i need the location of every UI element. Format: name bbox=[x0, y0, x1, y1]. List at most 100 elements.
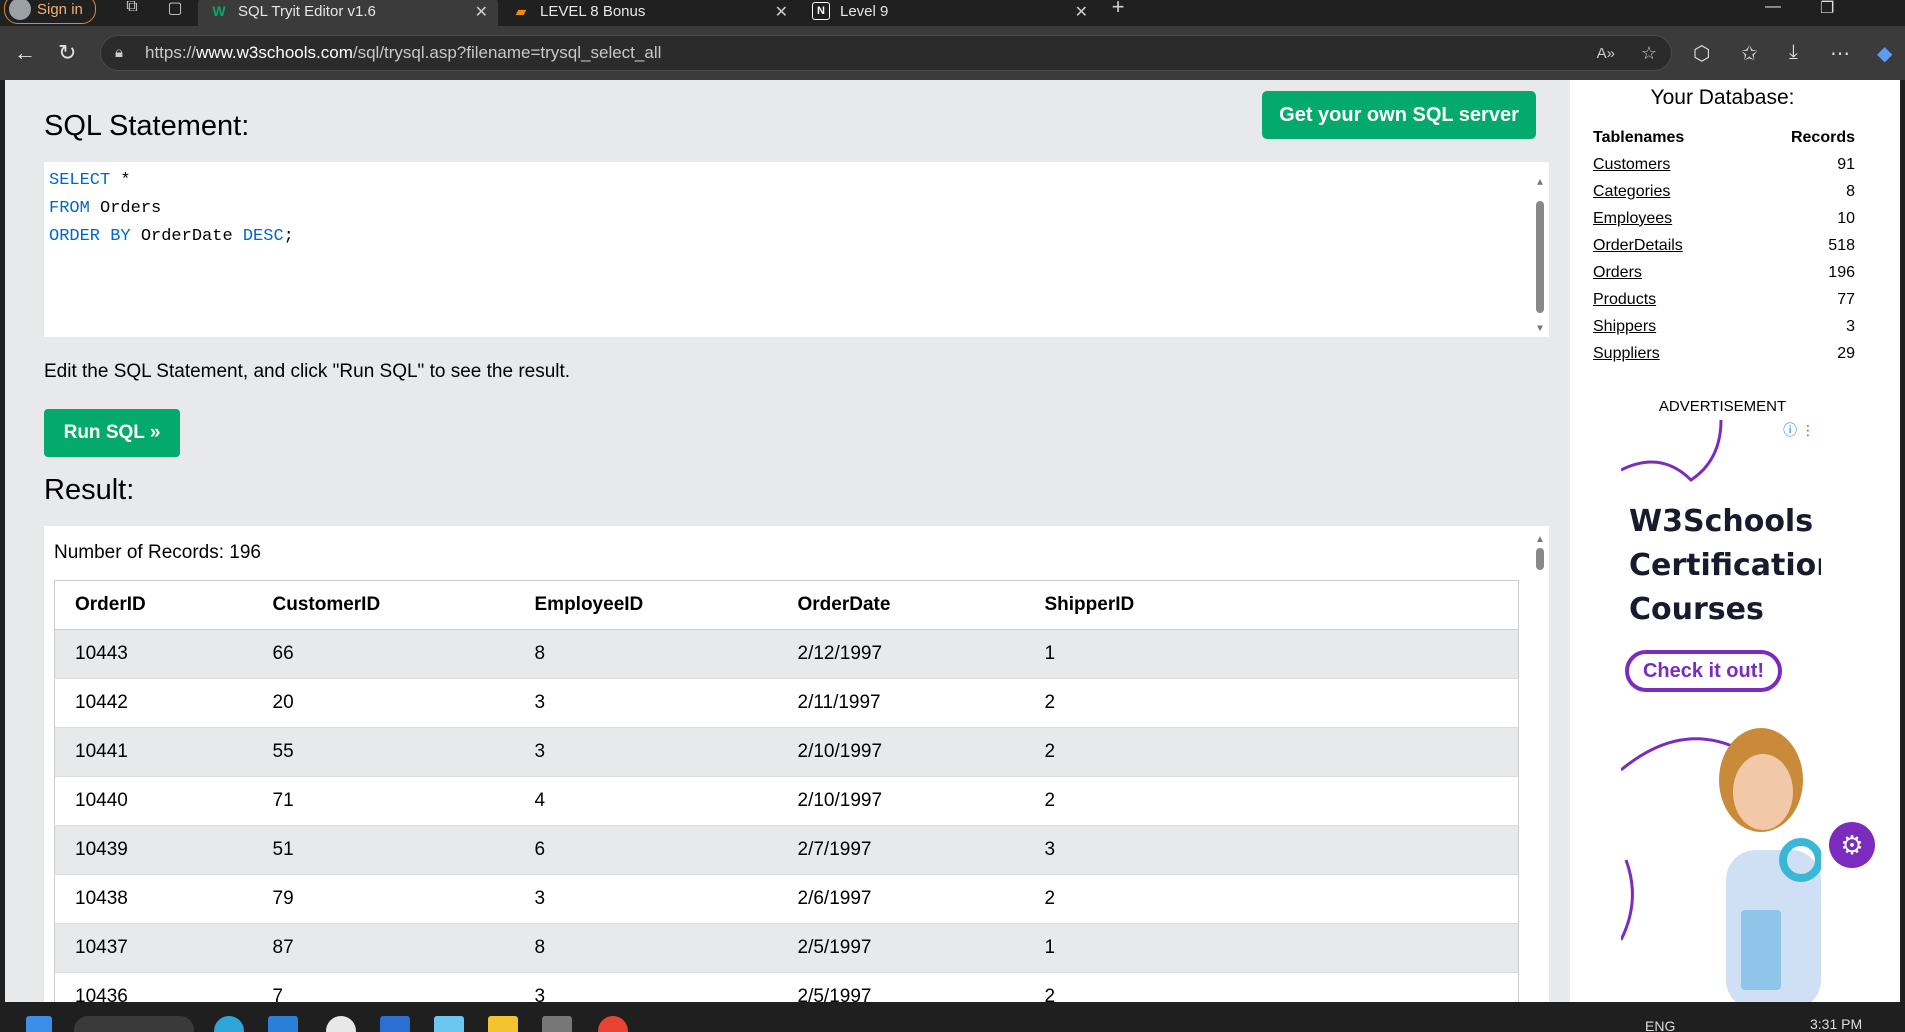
notion-favicon-icon: N bbox=[812, 2, 830, 20]
table-cell: 55 bbox=[252, 727, 515, 777]
tab-title: Level 9 bbox=[840, 2, 889, 20]
table-cell: 10441 bbox=[54, 727, 253, 777]
table-cell: 87 bbox=[252, 923, 515, 973]
table-cell: 10440 bbox=[54, 776, 253, 826]
record-count-cell: 8 bbox=[1846, 182, 1855, 200]
react-taskbar-icon[interactable] bbox=[434, 1016, 464, 1032]
table-row: 10439 51 6 2/7/1997 3 bbox=[54, 825, 1519, 875]
favorite-star-icon[interactable]: ☆ bbox=[1641, 43, 1657, 64]
table-cell: 4 bbox=[514, 776, 778, 826]
clock-time[interactable]: 3:31 PM bbox=[1810, 1016, 1862, 1032]
windows-start-icon[interactable] bbox=[26, 1016, 52, 1032]
scroll-up-arrow-icon[interactable]: ▲ bbox=[1535, 170, 1545, 198]
table-cell: 10436 bbox=[54, 972, 253, 1002]
database-row: Suppliers 29 bbox=[1593, 340, 1855, 367]
table-name-link[interactable]: Products bbox=[1593, 291, 1656, 308]
search-box-icon[interactable] bbox=[74, 1016, 194, 1032]
w3schools-favicon-icon: W bbox=[212, 3, 226, 19]
database-row: Employees 10 bbox=[1593, 205, 1855, 232]
table-name-link[interactable]: OrderDetails bbox=[1593, 237, 1683, 254]
table-cell: 1 bbox=[1024, 629, 1519, 679]
table-row: 10438 79 3 2/6/1997 2 bbox=[54, 874, 1519, 924]
editor-scrollbar[interactable]: ▲ ▼ bbox=[1535, 170, 1545, 344]
sql-code[interactable]: SELECT * FROM Orders ORDER BY OrderDate DE… bbox=[49, 167, 1544, 251]
edge-taskbar-icon[interactable] bbox=[214, 1016, 244, 1032]
ad-check-it-out-button[interactable]: Check it out! bbox=[1625, 650, 1782, 692]
back-arrow-icon[interactable]: ← bbox=[14, 40, 36, 66]
record-count-cell: 77 bbox=[1837, 290, 1855, 308]
app-taskbar-icon[interactable] bbox=[380, 1016, 410, 1032]
table-cell: 66 bbox=[252, 629, 515, 679]
refresh-icon[interactable]: ↻ bbox=[58, 40, 76, 66]
more-menu-icon[interactable]: ⋯ bbox=[1830, 41, 1850, 66]
tablenames-header: Tablenames bbox=[1593, 128, 1685, 146]
tab-level-9[interactable]: N Level 9 ✕ bbox=[800, 0, 1098, 26]
sql-text: ; bbox=[283, 227, 294, 246]
main-panel: SQL Statement: Get your own SQL server S… bbox=[5, 80, 1570, 1002]
scroll-up-arrow-icon[interactable]: ▲ bbox=[1535, 534, 1545, 545]
database-table-cell: Suppliers bbox=[1593, 340, 1747, 367]
chrome-taskbar-icon[interactable] bbox=[598, 1016, 628, 1032]
restore-icon[interactable]: ❐ bbox=[1820, 0, 1834, 18]
table-cell: 2/11/1997 bbox=[777, 678, 1025, 728]
url-host: www.w3schools.com bbox=[196, 43, 353, 62]
table-name-link[interactable]: Categories bbox=[1593, 183, 1670, 200]
scroll-down-arrow-icon[interactable]: ▼ bbox=[1535, 316, 1545, 344]
close-tab-icon[interactable]: ✕ bbox=[1075, 2, 1088, 22]
table-cell: 2 bbox=[1024, 972, 1519, 1002]
store-taskbar-icon[interactable] bbox=[268, 1016, 298, 1032]
table-name-link[interactable]: Orders bbox=[1593, 264, 1642, 281]
scroll-thumb[interactable] bbox=[1536, 548, 1544, 570]
github-taskbar-icon[interactable] bbox=[326, 1016, 356, 1032]
tab-level-8[interactable]: ▰ LEVEL 8 Bonus ✕ bbox=[500, 0, 798, 26]
table-cell: 3 bbox=[514, 727, 778, 777]
table-cell: 10442 bbox=[54, 678, 253, 728]
record-count-cell: 518 bbox=[1828, 236, 1855, 254]
browser-tab-bar: Sign in ⧉ ▢ W SQL Tryit Editor v1.6 ✕ ▰ … bbox=[0, 0, 1905, 26]
table-name-link[interactable]: Customers bbox=[1593, 156, 1670, 173]
language-indicator[interactable]: ENG bbox=[1645, 1018, 1675, 1032]
downloads-icon[interactable]: ⤓ bbox=[1789, 41, 1798, 64]
table-row: 10441 55 3 2/10/1997 2 bbox=[54, 727, 1519, 777]
table-cell: 2 bbox=[1024, 678, 1519, 728]
settings-gear-icon[interactable]: ⚙ bbox=[1829, 822, 1875, 868]
ad-info-icon[interactable]: ⓘ ⋮ bbox=[1783, 420, 1815, 440]
signin-label: Sign in bbox=[37, 0, 83, 18]
close-tab-icon[interactable]: ✕ bbox=[775, 2, 788, 22]
terminal-taskbar-icon[interactable] bbox=[542, 1016, 572, 1032]
scroll-thumb[interactable] bbox=[1536, 201, 1544, 313]
result-scrollbar[interactable]: ▲ bbox=[1535, 534, 1545, 573]
profile-signin-button[interactable]: Sign in bbox=[4, 0, 96, 24]
favorites-icon[interactable]: ✩ bbox=[1741, 41, 1758, 66]
table-cell: 2/5/1997 bbox=[777, 972, 1025, 1002]
database-table-cell: Products bbox=[1593, 286, 1747, 313]
w3schools-ad-banner[interactable]: ⓘ ⋮ W3Schools Certification Courses Chec… bbox=[1621, 420, 1821, 1002]
sql-editor[interactable]: SELECT * FROM Orders ORDER BY OrderDate DE… bbox=[44, 162, 1549, 337]
get-own-sql-server-button[interactable]: Get your own SQL server bbox=[1262, 91, 1536, 139]
table-row: 10442 20 3 2/11/1997 2 bbox=[54, 678, 1519, 728]
tab-actions-icon[interactable]: ▢ bbox=[165, 0, 185, 18]
table-name-link[interactable]: Employees bbox=[1593, 210, 1672, 227]
workspaces-icon[interactable]: ⧉ bbox=[122, 0, 142, 18]
run-sql-button[interactable]: Run SQL » bbox=[44, 409, 180, 457]
table-name-link[interactable]: Shippers bbox=[1593, 318, 1656, 335]
minimize-icon[interactable]: — bbox=[1765, 0, 1781, 16]
url-path: /sql/trysql.asp?filename=trysql_select_a… bbox=[352, 43, 662, 62]
close-tab-icon[interactable]: ✕ bbox=[475, 2, 488, 22]
result-heading: Result: bbox=[44, 474, 135, 506]
extensions-icon[interactable]: ⬡ bbox=[1693, 41, 1710, 66]
os-taskbar: ENG 3:31 PM bbox=[0, 1002, 1905, 1032]
url-bar[interactable]: 🔒︎ https://www.w3schools.com/sql/trysql.… bbox=[100, 35, 1672, 71]
file-explorer-taskbar-icon[interactable] bbox=[488, 1016, 518, 1032]
table-cell: 2/5/1997 bbox=[777, 923, 1025, 973]
copilot-icon[interactable]: ◆ bbox=[1877, 41, 1892, 66]
table-name-link[interactable]: Suppliers bbox=[1593, 345, 1660, 362]
ad-headline: W3Schools Certification Courses bbox=[1629, 500, 1821, 632]
table-cell: 2/12/1997 bbox=[777, 629, 1025, 679]
tab-sql-tryit[interactable]: W SQL Tryit Editor v1.6 ✕ bbox=[198, 0, 498, 26]
new-tab-icon[interactable]: + bbox=[1108, 0, 1128, 19]
table-row: 10443 66 8 2/12/1997 1 bbox=[54, 629, 1519, 679]
table-cell: 10437 bbox=[54, 923, 253, 973]
read-aloud-icon[interactable]: A» bbox=[1597, 45, 1615, 62]
table-row: 10437 87 8 2/5/1997 1 bbox=[54, 923, 1519, 973]
